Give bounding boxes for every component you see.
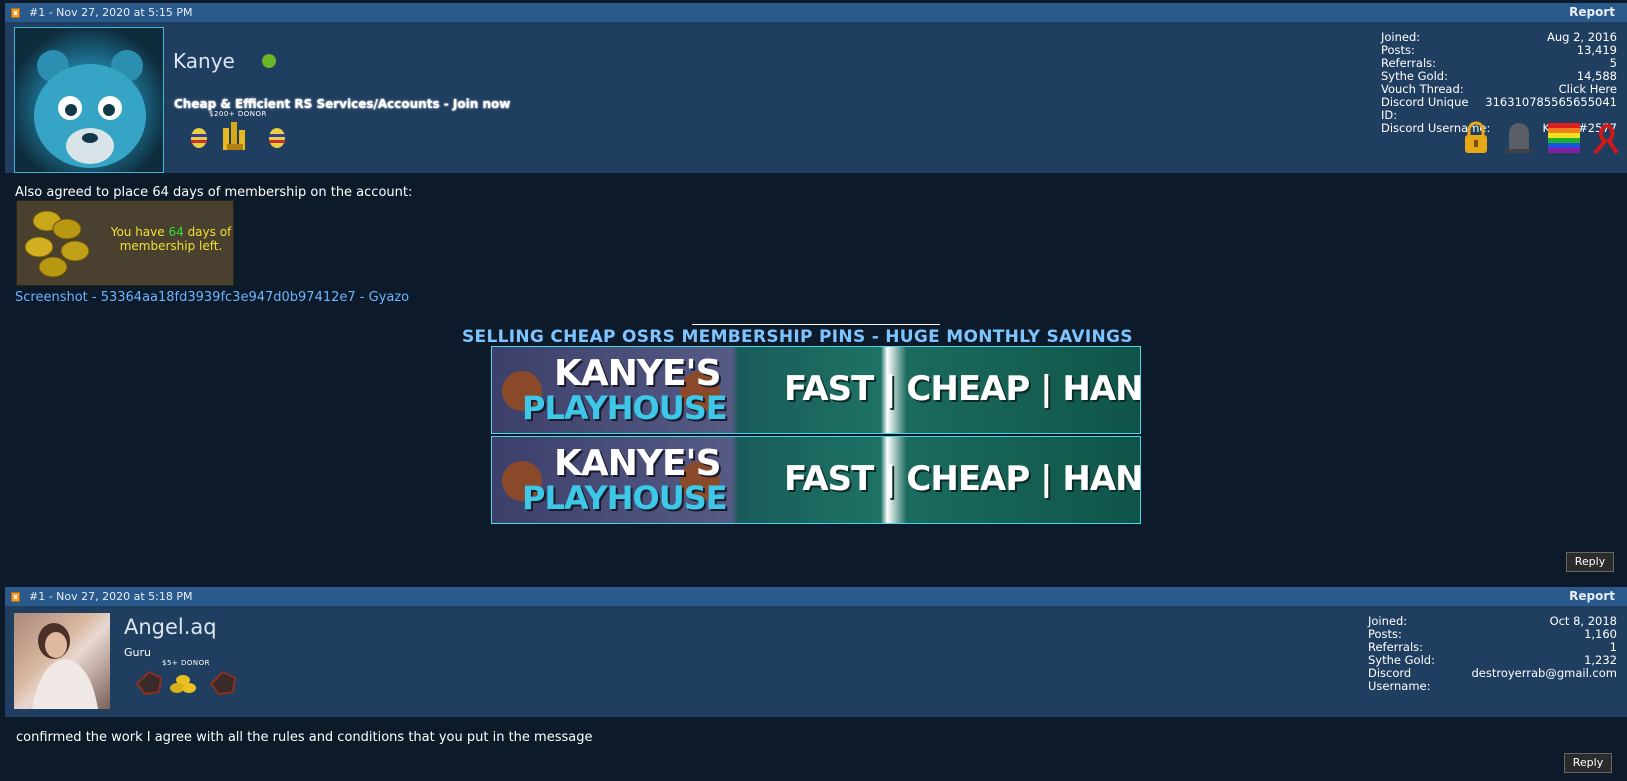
post-doc-icon — [11, 592, 20, 602]
gold-coins-badge-icon — [223, 122, 245, 150]
post-message: Also agreed to place 64 days of membersh… — [15, 185, 413, 200]
post-1: #1 - Nov 27, 2020 at 5:15 PM Report Kany… — [5, 3, 1627, 305]
banner-line1: KANYE'S — [554, 443, 721, 484]
user-title: Cheap & Efficient RS Services/Accounts -… — [174, 97, 511, 111]
user-profile: Kanye Cheap & Efficient RS Services/Acco… — [5, 22, 1627, 173]
avatar[interactable] — [14, 613, 110, 709]
reply-button[interactable]: Reply — [1564, 753, 1612, 773]
username[interactable]: Angel.aq — [124, 615, 217, 639]
stat-discord-username: Discord Username: destroyerrab@gmail.com — [1368, 666, 1617, 693]
user-title: Guru — [124, 646, 151, 659]
user-stats: Joined: Oct 8, 2018 Posts: 1,160 Referrals… — [1368, 615, 1617, 693]
gold-coins-badge-icon — [170, 675, 196, 693]
banner-tagline: FAST | CHEAP | HANDMADE — [784, 369, 1141, 409]
signature-divider — [692, 324, 940, 325]
badge-row — [135, 670, 237, 696]
coins-icon — [24, 210, 90, 278]
membership-screenshot[interactable]: You have 64 days of membership left. — [16, 200, 234, 286]
gyazo-link[interactable]: Screenshot - 53364aa18fd3939fc3e947d0b97… — [15, 290, 409, 305]
post-2: #1 - Nov 27, 2020 at 5:18 PM Report Ange… — [5, 587, 1627, 745]
online-status-icon — [262, 54, 276, 68]
user-stats: Joined: Aug 2, 2016 Posts: 13,419 Referral… — [1381, 31, 1617, 135]
post-doc-icon — [11, 8, 20, 18]
post-message: confirmed the work I agree with all the … — [16, 730, 593, 745]
banner-line2: PLAYHOUSE — [522, 389, 728, 427]
banner-line1: KANYE'S — [554, 353, 721, 394]
rainbow-flag-icon — [1548, 123, 1580, 153]
badge-row — [191, 122, 285, 150]
user-profile: Angel.aq Guru $5+ DONOR Joined: Oct 8, 20… — [5, 606, 1627, 717]
username[interactable]: Kanye — [173, 49, 235, 73]
lock-icon — [1465, 121, 1487, 153]
rock-badge-icon — [209, 670, 237, 696]
report-link[interactable]: Report — [1569, 3, 1615, 22]
banner-line2: PLAYHOUSE — [522, 479, 728, 517]
membership-text: You have 64 days of membership left. — [110, 225, 232, 253]
easter-egg-badge-icon — [269, 128, 285, 148]
person-photo-icon — [32, 623, 98, 709]
donor-label: $5+ DONOR — [162, 659, 211, 667]
signature-title[interactable]: SELLING CHEAP OSRS MEMBERSHIP PINS - HUG… — [462, 327, 1133, 347]
post-date: #1 - Nov 27, 2020 at 5:15 PM — [29, 6, 193, 19]
blue-bear-avatar-icon — [34, 50, 146, 168]
signature-banner-2[interactable]: KANYE'S PLAYHOUSE FAST | CHEAP | HANDMAD… — [491, 436, 1141, 524]
stat-discord-id: Discord Unique ID: 316310785565655041 — [1381, 95, 1617, 122]
post-date: #1 - Nov 27, 2020 at 5:18 PM — [29, 590, 193, 603]
donor-label: $200+ DONOR — [209, 110, 267, 118]
banner-tagline: FAST | CHEAP | HANDMADE — [784, 459, 1141, 499]
red-ribbon-icon — [1593, 123, 1619, 155]
reply-button[interactable]: Reply — [1566, 552, 1614, 572]
profile-icons-row — [1465, 121, 1619, 155]
stat-joined: Joined: Oct 8, 2018 — [1368, 614, 1617, 628]
rock-badge-icon — [135, 670, 163, 696]
post-header: #1 - Nov 27, 2020 at 5:18 PM Report — [5, 587, 1627, 606]
easter-egg-badge-icon — [191, 128, 207, 148]
tombstone-icon — [1505, 123, 1533, 153]
avatar[interactable] — [14, 27, 164, 173]
signature-banner-1[interactable]: KANYE'S PLAYHOUSE FAST | CHEAP | HANDMAD… — [491, 346, 1141, 434]
report-link[interactable]: Report — [1569, 587, 1615, 606]
post-header: #1 - Nov 27, 2020 at 5:15 PM Report — [5, 3, 1627, 22]
